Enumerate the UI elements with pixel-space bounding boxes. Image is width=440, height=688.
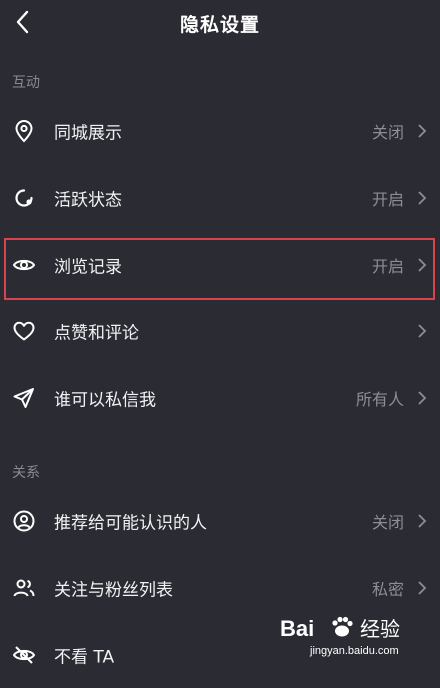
baidu-jingyan-watermark-logo: Bai 经验 jingyan.baidu.com: [280, 616, 400, 657]
row-label: 点赞和评论: [54, 323, 139, 344]
location-pin-icon: [15, 120, 33, 143]
row-value: 关闭: [371, 513, 404, 532]
eye-off-icon: [12, 646, 36, 664]
chevron-right-icon: [418, 581, 427, 595]
heart-icon: [13, 321, 35, 341]
activity-status-icon: [15, 189, 33, 207]
row-label: 谁可以私信我: [54, 390, 156, 411]
row-recommend-to-acquaintances[interactable]: 推荐给可能认识的人 关闭: [0, 488, 440, 554]
row-city-display[interactable]: 同城展示 关闭: [0, 98, 440, 164]
users-icon: [13, 579, 35, 597]
chevron-right-icon: [418, 191, 427, 205]
section-title-relations: 关系: [12, 465, 40, 481]
row-label: 不看 TA: [54, 647, 115, 668]
page-title: 隐私设置: [179, 14, 260, 36]
row-label: 关注与粉丝列表: [54, 580, 173, 601]
svg-text:Bai: Bai: [280, 616, 314, 641]
row-value: 私密: [371, 580, 404, 599]
user-circle-icon: [13, 510, 35, 532]
row-likes-comments[interactable]: 点赞和评论: [0, 298, 440, 364]
svg-text:经验: 经验: [360, 618, 400, 641]
row-label: 推荐给可能认识的人: [54, 513, 207, 534]
row-who-can-message[interactable]: 谁可以私信我 所有人: [0, 365, 440, 431]
row-label: 同城展示: [54, 123, 122, 144]
chevron-right-icon: [418, 514, 427, 528]
header: 隐私设置: [0, 0, 440, 44]
row-active-status[interactable]: 活跃状态 开启: [0, 165, 440, 231]
svg-text:jingyan.baidu.com: jingyan.baidu.com: [309, 645, 399, 657]
row-label: 活跃状态: [54, 190, 122, 211]
chevron-right-icon: [418, 324, 427, 338]
row-value: 所有人: [355, 390, 404, 409]
row-value: 开启: [371, 190, 404, 209]
row-value: 关闭: [371, 123, 404, 142]
highlight-frame: [4, 238, 435, 300]
section-title-interaction: 互动: [12, 75, 40, 91]
chevron-right-icon: [418, 124, 427, 138]
chevron-right-icon: [418, 391, 427, 405]
send-icon: [13, 388, 34, 408]
